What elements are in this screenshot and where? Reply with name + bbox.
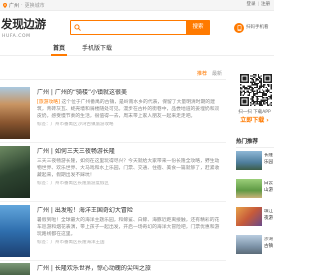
qr-caption: 扫一扫 下载APP [238,110,271,115]
article-meta: 标签：广州市番禺区长隆旅游度假区 [37,181,109,186]
phone-icon[interactable] [234,23,244,33]
hot-item-title[interactable]: 珠江夜游 [264,209,274,223]
hot-item-title[interactable]: 白云山游 [264,181,274,195]
article-summary: 三天三夜畅游长隆，如何在这里玩得尽兴？今天就给大家带来一份长隆全攻略，野生动物世… [37,159,220,178]
hot-item-thumbnail[interactable] [236,179,262,198]
hot-item-thumbnail[interactable] [236,151,262,170]
article-summary-text: 这个位于广州番禺的古镇，是岭南水乡的代表，保留了大量明清时期的建筑，青砖灰瓦、蚝… [37,100,220,119]
nav-active-indicator [51,54,67,56]
site-logo[interactable]: 发现边游 [1,17,46,31]
location-separator: · [21,2,23,8]
phone-glyph-icon [237,25,241,31]
article-summary: [旅游攻略] 这个位于广州番禺的古镇，是岭南水乡的代表，保留了大量明清时期的建筑… [37,99,223,120]
article-thumbnail[interactable] [0,263,30,275]
top-bar: 广州 · 更换城市 登录 | 注册 [0,0,274,11]
location-switcher[interactable]: 广州 · 更换城市 [3,0,45,10]
article-meta: 标签：广州市番禺区长隆海洋王国 [37,240,105,245]
hot-item[interactable]: 沙湾古镇 [236,235,274,255]
site-domain: HUFA.COM [2,34,31,39]
hot-item[interactable]: 长隆乐园 [236,151,274,171]
download-now-link[interactable]: 立即下载 › [235,117,274,125]
article-thumbnail[interactable] [0,146,30,198]
article-summary: 暑假到啦！全球最大的海洋主题乐园，和鲸鲨、白鲸、海豚近距离接触，还有精彩的花车巡… [37,218,220,237]
map-pin-icon [3,2,7,8]
auth-links: 登录 | 注册 [246,0,270,10]
main-nav: 首页 手机版下载 [0,43,274,56]
search-bar: 搜索 [70,20,210,35]
article-card[interactable]: 广州 | 如何三天三夜畅游长隆 三天三夜畅游长隆，如何在这里玩得尽兴？今天就给大… [0,145,226,202]
hot-item-thumbnail[interactable] [236,207,262,226]
nav-item-app-download[interactable]: 手机版下载 [82,43,112,55]
article-meta: 标签：广州市番禺区沙湾古镇旅游攻略 [37,122,114,127]
search-icon [74,24,81,31]
article-title[interactable]: 广州 | 如何三天三夜畅游长隆 [37,148,223,156]
article-thumbnail[interactable] [0,205,30,257]
search-input[interactable] [83,22,183,33]
current-city: 广州 [9,2,20,9]
change-city-link[interactable]: 更换城市 [25,2,45,9]
feed-tabs: 推荐 最新 [0,69,226,80]
mobile-app-label[interactable]: 扫码手机看 [246,25,273,31]
article-thumbnail[interactable] [0,87,30,139]
hot-item[interactable]: 白云山游 [236,179,274,199]
hot-item-title[interactable]: 长隆乐园 [264,153,274,167]
hot-item[interactable]: 珠江夜游 [236,207,274,227]
auth-divider: | [257,2,259,7]
article-title[interactable]: 广州 | 出发啦！海洋王国奇幻大冒险 [37,207,223,215]
hot-divider [236,147,274,148]
tab-recommended[interactable]: 推荐 [197,69,207,79]
search-button[interactable]: 搜索 [186,20,210,35]
tab-latest[interactable]: 最新 [212,69,222,79]
article-card[interactable]: 广州 | 出发啦！海洋王国奇幻大冒险 暑假到啦！全球最大的海洋主题乐园，和鲸鲨、… [0,204,226,261]
article-tag: [旅游攻略] [37,100,60,105]
article-card[interactable]: 广州 | 广州的“骑楼”小镇就这很美 [旅游攻略] 这个位于广州番禺的古镇，是岭… [0,86,226,143]
register-link[interactable]: 注册 [261,2,270,7]
qr-code-icon [240,74,272,106]
hot-item-thumbnail[interactable] [236,235,262,254]
article-title[interactable]: 广州 | 长隆欢乐世界，惊心动魄的尖叫之旅 [37,265,223,273]
article-title[interactable]: 广州 | 广州的“骑楼”小镇就这很美 [37,89,223,97]
hot-item-title[interactable]: 沙湾古镇 [264,237,274,251]
login-link[interactable]: 登录 [246,2,255,7]
article-card[interactable]: 广州 | 长隆欢乐世界，惊心动魄的尖叫之旅 [0,262,226,275]
hot-section-title: 热门推荐 [236,139,259,145]
